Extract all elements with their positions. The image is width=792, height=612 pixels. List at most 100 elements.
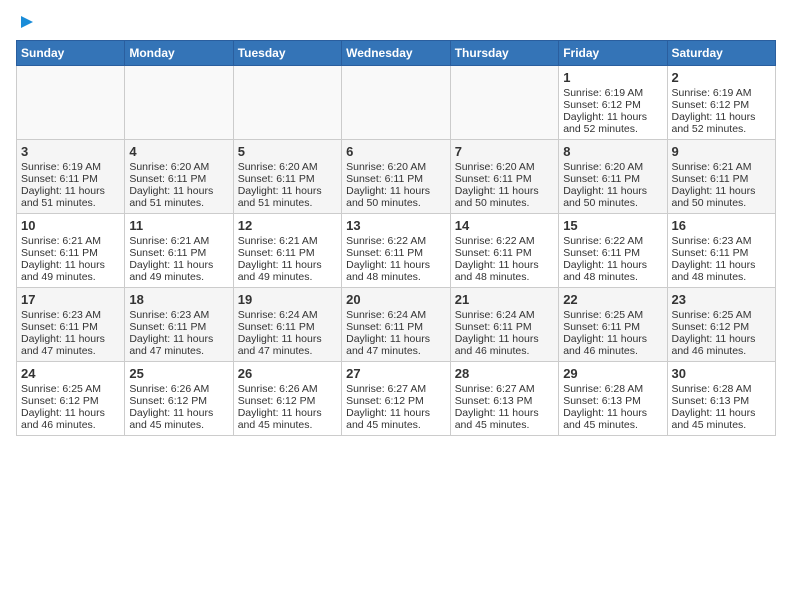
sunrise-text: Sunrise: 6:21 AM <box>672 161 772 173</box>
sunset-text: Sunset: 6:11 PM <box>129 173 228 185</box>
day-number: 9 <box>672 144 772 159</box>
day-number: 26 <box>238 366 337 381</box>
day-number: 29 <box>563 366 662 381</box>
sunrise-text: Sunrise: 6:25 AM <box>21 383 120 395</box>
daylight-text: Daylight: 11 hours and 52 minutes. <box>672 111 772 135</box>
daylight-text: Daylight: 11 hours and 49 minutes. <box>21 259 120 283</box>
calendar-cell: 29 Sunrise: 6:28 AMSunset: 6:13 PMDayligh… <box>559 362 667 436</box>
calendar-cell: 25Sunrise: 6:26 AMSunset: 6:12 PMDayligh… <box>125 362 233 436</box>
daylight-text: Daylight: 11 hours and 45 minutes. <box>672 407 772 431</box>
sunrise-text: Sunrise: 6:27 AM <box>455 383 554 395</box>
sunrise-text: Sunrise: 6:25 AM <box>563 309 662 321</box>
sunset-text: Sunset: 6:11 PM <box>563 173 662 185</box>
daylight-text: Daylight: 11 hours and 47 minutes. <box>129 333 228 357</box>
calendar-cell: 3Sunrise: 6:19 AMSunset: 6:11 PMDaylight… <box>17 140 125 214</box>
calendar-cell <box>342 66 451 140</box>
sunrise-text: Sunrise: 6:23 AM <box>672 235 772 247</box>
day-number: 8 <box>563 144 662 159</box>
day-number: 12 <box>238 218 337 233</box>
daylight-text: Daylight: 11 hours and 46 minutes. <box>21 407 120 431</box>
calendar-cell: 15Sunrise: 6:22 AMSunset: 6:11 PMDayligh… <box>559 214 667 288</box>
day-number: 10 <box>21 218 120 233</box>
sunset-text: Sunset: 6:13 PM <box>563 395 662 407</box>
calendar-week-row: 17Sunrise: 6:23 AMSunset: 6:11 PMDayligh… <box>17 288 776 362</box>
sunset-text: Sunset: 6:11 PM <box>563 321 662 333</box>
sunrise-text: Sunrise: 6:20 AM <box>129 161 228 173</box>
sunset-text: Sunset: 6:12 PM <box>563 99 662 111</box>
daylight-text: Daylight: 11 hours and 46 minutes. <box>672 333 772 357</box>
calendar-cell: 30 Sunrise: 6:28 AMSunset: 6:13 PMDayligh… <box>667 362 776 436</box>
day-number: 30 <box>672 366 772 381</box>
calendar-table: SundayMondayTuesdayWednesdayThursdayFrid… <box>16 40 776 436</box>
day-number: 25 <box>129 366 228 381</box>
calendar-cell <box>125 66 233 140</box>
sunrise-text: Sunrise: 6:26 AM <box>238 383 337 395</box>
day-number: 1 <box>563 70 662 85</box>
calendar-header-saturday: Saturday <box>667 41 776 66</box>
day-number: 28 <box>455 366 554 381</box>
daylight-text: Daylight: 11 hours and 48 minutes. <box>346 259 446 283</box>
daylight-text: Daylight: 11 hours and 47 minutes. <box>21 333 120 357</box>
sunset-text: Sunset: 6:12 PM <box>129 395 228 407</box>
calendar-cell: 16Sunrise: 6:23 AMSunset: 6:11 PMDayligh… <box>667 214 776 288</box>
day-number: 27 <box>346 366 446 381</box>
calendar-cell: 11Sunrise: 6:21 AMSunset: 6:11 PMDayligh… <box>125 214 233 288</box>
sunrise-text: Sunrise: 6:23 AM <box>129 309 228 321</box>
calendar-cell: 7Sunrise: 6:20 AMSunset: 6:11 PMDaylight… <box>450 140 558 214</box>
sunrise-text: Sunrise: 6:20 AM <box>346 161 446 173</box>
sunset-text: Sunset: 6:11 PM <box>129 247 228 259</box>
sunset-text: Sunset: 6:11 PM <box>346 321 446 333</box>
calendar-cell: 22Sunrise: 6:25 AMSunset: 6:11 PMDayligh… <box>559 288 667 362</box>
sunrise-text: Sunrise: 6:19 AM <box>672 87 772 99</box>
daylight-text: Daylight: 11 hours and 50 minutes. <box>563 185 662 209</box>
calendar-week-row: 10Sunrise: 6:21 AMSunset: 6:11 PMDayligh… <box>17 214 776 288</box>
day-number: 24 <box>21 366 120 381</box>
day-number: 4 <box>129 144 228 159</box>
sunset-text: Sunset: 6:13 PM <box>455 395 554 407</box>
daylight-text: Daylight: 11 hours and 45 minutes. <box>455 407 554 431</box>
calendar-cell: 12Sunrise: 6:21 AMSunset: 6:11 PMDayligh… <box>233 214 341 288</box>
calendar-cell: 27Sunrise: 6:27 AMSunset: 6:12 PMDayligh… <box>342 362 451 436</box>
sunrise-text: Sunrise: 6:24 AM <box>346 309 446 321</box>
day-number: 3 <box>21 144 120 159</box>
sunset-text: Sunset: 6:12 PM <box>672 99 772 111</box>
sunrise-text: Sunrise: 6:26 AM <box>129 383 228 395</box>
sunset-text: Sunset: 6:11 PM <box>455 173 554 185</box>
sunset-text: Sunset: 6:13 PM <box>672 395 772 407</box>
calendar-cell: 17Sunrise: 6:23 AMSunset: 6:11 PMDayligh… <box>17 288 125 362</box>
calendar-cell: 2Sunrise: 6:19 AMSunset: 6:12 PMDaylight… <box>667 66 776 140</box>
sunset-text: Sunset: 6:11 PM <box>346 247 446 259</box>
sunset-text: Sunset: 6:11 PM <box>672 173 772 185</box>
sunrise-text: Sunrise: 6:20 AM <box>455 161 554 173</box>
sunrise-text: Sunrise: 6:20 AM <box>563 161 662 173</box>
calendar-cell: 4Sunrise: 6:20 AMSunset: 6:11 PMDaylight… <box>125 140 233 214</box>
calendar-cell: 28 Sunrise: 6:27 AMSunset: 6:13 PMDayligh… <box>450 362 558 436</box>
calendar-cell <box>233 66 341 140</box>
sunset-text: Sunset: 6:11 PM <box>455 321 554 333</box>
sunrise-text: Sunrise: 6:28 AM <box>563 383 662 395</box>
day-number: 20 <box>346 292 446 307</box>
daylight-text: Daylight: 11 hours and 45 minutes. <box>563 407 662 431</box>
day-number: 21 <box>455 292 554 307</box>
sunrise-text: Sunrise: 6:23 AM <box>21 309 120 321</box>
daylight-text: Daylight: 11 hours and 47 minutes. <box>238 333 337 357</box>
calendar-header-friday: Friday <box>559 41 667 66</box>
day-number: 16 <box>672 218 772 233</box>
sunrise-text: Sunrise: 6:22 AM <box>455 235 554 247</box>
day-number: 22 <box>563 292 662 307</box>
calendar-cell: 6Sunrise: 6:20 AMSunset: 6:11 PMDaylight… <box>342 140 451 214</box>
calendar-cell <box>17 66 125 140</box>
calendar-header-monday: Monday <box>125 41 233 66</box>
sunset-text: Sunset: 6:12 PM <box>672 321 772 333</box>
calendar-cell: 20Sunrise: 6:24 AMSunset: 6:11 PMDayligh… <box>342 288 451 362</box>
daylight-text: Daylight: 11 hours and 51 minutes. <box>21 185 120 209</box>
sunrise-text: Sunrise: 6:22 AM <box>563 235 662 247</box>
calendar-cell: 5Sunrise: 6:20 AMSunset: 6:11 PMDaylight… <box>233 140 341 214</box>
sunset-text: Sunset: 6:11 PM <box>238 173 337 185</box>
daylight-text: Daylight: 11 hours and 45 minutes. <box>346 407 446 431</box>
logo <box>16 16 35 30</box>
sunrise-text: Sunrise: 6:28 AM <box>672 383 772 395</box>
sunrise-text: Sunrise: 6:19 AM <box>21 161 120 173</box>
page-header <box>16 16 776 30</box>
calendar-week-row: 24 Sunrise: 6:25 AM Sunset: 6:12 PM Dayligh… <box>17 362 776 436</box>
